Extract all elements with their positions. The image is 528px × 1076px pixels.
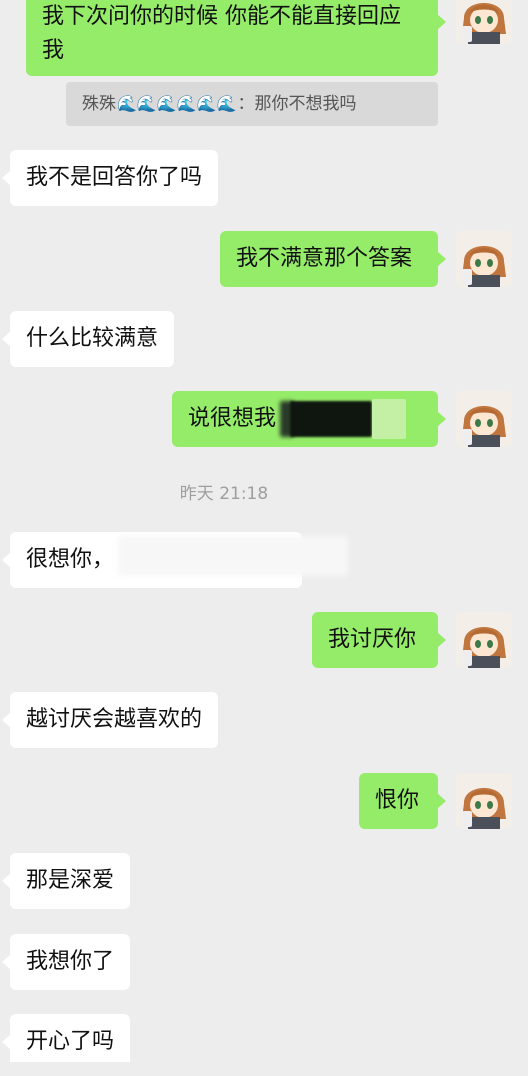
- quote-text: 那你不想我吗: [254, 94, 357, 114]
- message-text: 我不满意那个答案: [236, 246, 413, 271]
- anime-girl-avatar-icon: [456, 0, 512, 44]
- message-bubble-outgoing[interactable]: 我下次问你的时候 你能不能直接回应我: [26, 0, 446, 76]
- message-bubble-incoming[interactable]: 很想你，: [2, 532, 348, 588]
- timestamp: 昨天 21:18: [179, 484, 269, 504]
- message-text: 我想你了: [26, 949, 115, 974]
- anime-girl-avatar-icon: [456, 391, 512, 447]
- quote-sender: 殊殊: [82, 94, 116, 114]
- chat-window: 我下次问你的时候 你能不能直接回应我 殊殊🌊🌊🌊🌊🌊🌊：那你不想我吗 我不是回答…: [0, 0, 528, 1076]
- message-text: 很想你，: [26, 547, 115, 572]
- avatar[interactable]: [456, 0, 512, 44]
- message-bubble-outgoing[interactable]: 我不满意那个答案: [220, 231, 446, 287]
- message-bubble-outgoing[interactable]: 恨你: [359, 773, 446, 829]
- quoted-message[interactable]: 殊殊🌊🌊🌊🌊🌊🌊：那你不想我吗: [66, 82, 438, 126]
- message-text: 那是深爱: [26, 868, 115, 893]
- message-text: 什么比较满意: [26, 326, 159, 351]
- message-text: 我讨厌你: [328, 627, 417, 652]
- message-bubble-incoming[interactable]: 那是深爱: [1, 853, 131, 909]
- message-bubble-incoming[interactable]: 越讨厌会越喜欢的: [1, 692, 219, 748]
- avatar[interactable]: [456, 391, 512, 447]
- message-text: 越讨厌会越喜欢的: [26, 707, 203, 732]
- message-text: 我不是回答你了吗: [26, 165, 203, 190]
- avatar[interactable]: [456, 231, 512, 287]
- avatar[interactable]: [456, 773, 512, 829]
- anime-girl-avatar-icon: [456, 773, 512, 829]
- redaction-mark: [372, 399, 406, 439]
- message-bubble-outgoing[interactable]: 我讨厌你: [312, 612, 446, 668]
- message-text: 说很想我: [188, 406, 277, 431]
- message-bubble-incoming[interactable]: 我不是回答你了吗: [1, 150, 219, 206]
- redaction-mark: [118, 536, 348, 576]
- message-text: 开心了吗: [26, 1029, 115, 1054]
- wave-emoji-icon: 🌊🌊🌊🌊🌊🌊: [117, 94, 237, 113]
- bottom-edge: [0, 1062, 528, 1076]
- message-text: 我下次问你的时候 你能不能直接回应我: [42, 4, 401, 63]
- message-bubble-outgoing[interactable]: 说很想我: [172, 391, 446, 447]
- quote-separator: ：: [237, 94, 255, 114]
- message-bubble-incoming[interactable]: 什么比较满意: [1, 311, 175, 367]
- anime-girl-avatar-icon: [456, 612, 512, 668]
- avatar[interactable]: [456, 612, 512, 668]
- message-text: 恨你: [375, 788, 420, 813]
- redaction-mark: [290, 401, 372, 437]
- message-bubble-incoming[interactable]: 我想你了: [1, 934, 131, 990]
- anime-girl-avatar-icon: [456, 231, 512, 287]
